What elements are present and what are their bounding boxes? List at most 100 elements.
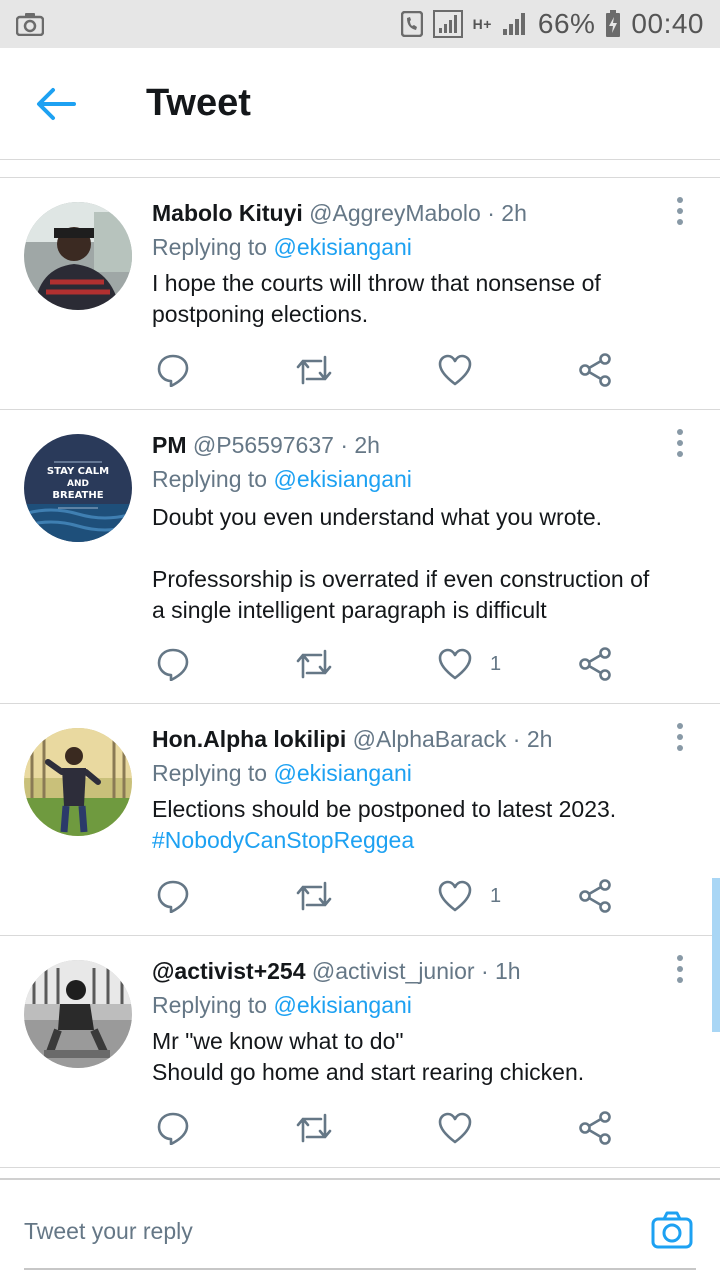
reply-button[interactable] <box>156 1108 190 1148</box>
camera-icon[interactable] <box>650 1210 694 1250</box>
more-options-icon[interactable] <box>670 428 690 458</box>
avatar-text-line: BREATHE <box>52 490 103 501</box>
like-button[interactable] <box>438 350 490 390</box>
author-name[interactable]: @activist+254 <box>152 958 306 984</box>
more-options-icon[interactable] <box>670 954 690 984</box>
network-type: H+ <box>472 16 492 32</box>
like-count: 1 <box>490 884 502 907</box>
retweet-button[interactable] <box>296 1108 332 1148</box>
reply-icon <box>157 648 189 681</box>
share-button[interactable] <box>578 644 612 684</box>
cellular-signal-icon <box>502 13 525 35</box>
replying-to-label: Replying to <box>152 992 268 1018</box>
replying-to-label: Replying to <box>152 760 268 786</box>
reply-button[interactable] <box>156 876 190 916</box>
heart-icon <box>438 354 472 386</box>
app-header: Tweet <box>0 48 720 160</box>
mention-link[interactable]: @ekisiangani <box>273 234 411 260</box>
retweet-icon <box>296 649 332 679</box>
screenshot-camera-icon <box>16 13 44 36</box>
author-handle[interactable]: @AlphaBarack <box>353 726 507 752</box>
author-name[interactable]: PM <box>152 432 187 458</box>
author-handle[interactable]: @P56597637 <box>193 432 334 458</box>
reply-composer <box>0 1178 720 1280</box>
tweet-line: Mr "we know what to do" <box>152 1028 404 1054</box>
avatar[interactable]: STAY CALM AND BREATHE <box>24 434 132 542</box>
author-handle[interactable]: @activist_junior <box>312 958 475 984</box>
share-button[interactable] <box>578 1108 612 1148</box>
author-name[interactable]: Mabolo Kituyi <box>152 200 303 226</box>
tweet-line: I hope the courts will throw that nonsen… <box>152 270 601 296</box>
scrollbar[interactable] <box>712 878 720 1032</box>
more-options-icon[interactable] <box>670 722 690 752</box>
tweet-line: Doubt you even understand what you wrote… <box>152 504 603 530</box>
share-button[interactable] <box>578 350 612 390</box>
tweet-text: I hope the courts will throw that nonsen… <box>152 268 697 330</box>
heart-icon <box>438 648 472 680</box>
avatar[interactable] <box>24 202 132 310</box>
signal-icon <box>432 10 463 38</box>
replying-to-label: Replying to <box>152 234 268 260</box>
tweet-header: PM @P56597637 · 2h <box>152 432 380 459</box>
avatar-photo <box>24 960 132 1068</box>
replying-to: Replying to @ekisiangani <box>152 992 412 1019</box>
author-handle[interactable]: @AggreyMabolo <box>309 200 481 226</box>
avatar-text-line: AND <box>67 479 89 489</box>
share-icon <box>579 879 611 913</box>
share-button[interactable] <box>578 876 612 916</box>
tweet-line: postponing elections. <box>152 301 369 327</box>
mention-link[interactable]: @ekisiangani <box>273 992 411 1018</box>
retweet-button[interactable] <box>296 876 332 916</box>
avatar-photo <box>24 728 132 836</box>
tweet-text: Mr "we know what to do" Should go home a… <box>152 1026 697 1088</box>
tweet-line: Elections should be postponed to latest … <box>152 796 617 822</box>
tweet-actions: 1 <box>0 644 720 684</box>
tweet-header: @activist+254 @activist_junior · 1h <box>152 958 521 985</box>
share-icon <box>579 1111 611 1145</box>
reply-button[interactable] <box>156 350 190 390</box>
tweet-time: · 2h <box>512 726 553 752</box>
avatar[interactable] <box>24 960 132 1068</box>
tweet-header: Hon.Alpha lokilipi @AlphaBarack · 2h <box>152 726 552 753</box>
tweet-actions: 1 <box>0 876 720 916</box>
reply-input[interactable] <box>24 1206 584 1256</box>
tweet-header: Mabolo Kituyi @AggreyMabolo · 2h <box>152 200 527 227</box>
retweet-button[interactable] <box>296 350 332 390</box>
tweet-line: Should go home and start rearing chicken… <box>152 1059 585 1085</box>
hashtag-link[interactable]: #NobodyCanStopReggea <box>152 825 697 856</box>
tweet-item[interactable]: Hon.Alpha lokilipi @AlphaBarack · 2h Rep… <box>0 704 720 936</box>
tweet-time: · 2h <box>340 432 380 458</box>
more-options-icon[interactable] <box>670 196 690 226</box>
tweet-actions <box>0 1108 720 1148</box>
mention-link[interactable]: @ekisiangani <box>273 466 411 492</box>
tweet-item[interactable]: Mabolo Kituyi @AggreyMabolo · 2h Replyin… <box>0 178 720 410</box>
call-icon <box>400 11 423 37</box>
battery-percent: 66% <box>537 8 596 39</box>
mention-link[interactable]: @ekisiangani <box>273 760 411 786</box>
avatar-text-line: STAY CALM <box>47 466 109 477</box>
retweet-button[interactable] <box>296 644 332 684</box>
reply-icon <box>157 354 189 387</box>
tweet-text: Doubt you even understand what you wrote… <box>152 502 697 626</box>
like-button[interactable]: 1 <box>438 644 501 684</box>
replying-to: Replying to @ekisiangani <box>152 234 412 261</box>
share-icon <box>579 647 611 681</box>
replying-to-label: Replying to <box>152 466 268 492</box>
replying-to: Replying to @ekisiangani <box>152 466 412 493</box>
avatar[interactable] <box>24 728 132 836</box>
back-arrow-icon[interactable] <box>34 86 78 122</box>
retweet-icon <box>296 881 332 911</box>
tweet-actions <box>0 350 720 390</box>
heart-icon <box>438 1112 472 1144</box>
reply-icon <box>157 1112 189 1145</box>
battery-charging-icon <box>606 10 621 37</box>
share-icon <box>579 353 611 387</box>
tweet-item[interactable]: @activist+254 @activist_junior · 1h Repl… <box>0 936 720 1168</box>
author-name[interactable]: Hon.Alpha lokilipi <box>152 726 346 752</box>
avatar-photo <box>24 202 132 310</box>
tweet-line: a single intelligent paragraph is diffic… <box>152 597 547 623</box>
like-button[interactable] <box>438 1108 490 1148</box>
like-button[interactable]: 1 <box>438 876 501 916</box>
tweet-item[interactable]: STAY CALM AND BREATHE PM @P56597637 · 2h… <box>0 410 720 704</box>
reply-button[interactable] <box>156 644 190 684</box>
